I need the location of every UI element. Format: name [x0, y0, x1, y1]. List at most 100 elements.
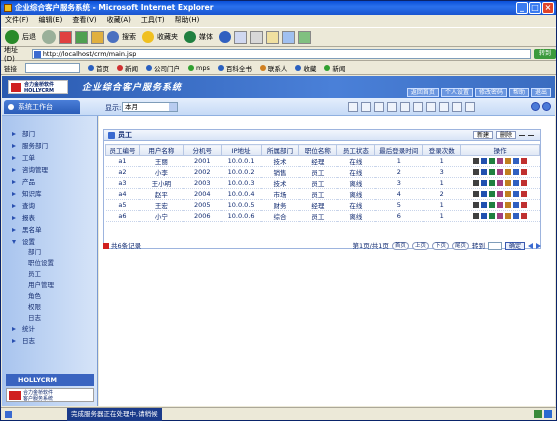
menu-tools[interactable]: 工具(T)	[141, 15, 165, 26]
delete-icon[interactable]	[521, 191, 528, 197]
mail-icon[interactable]	[361, 102, 371, 112]
chart-icon[interactable]	[426, 102, 436, 112]
edit-icon[interactable]	[266, 30, 279, 44]
links-dropdown[interactable]	[25, 63, 80, 73]
delete-icon[interactable]	[521, 158, 528, 164]
new-button[interactable]: 新建	[472, 131, 493, 139]
sidebar-subitem[interactable]: 权限	[28, 303, 41, 312]
settings-button[interactable]: 个人设置	[440, 88, 473, 97]
sidebar-item-settings[interactable]: 设置	[12, 238, 35, 247]
sidebar-item-log[interactable]: 日志	[12, 337, 35, 346]
refresh-icon[interactable]	[75, 30, 88, 44]
doc-icon[interactable]	[513, 169, 520, 175]
edit-icon[interactable]	[481, 202, 488, 208]
favorites-label[interactable]: 收藏夹	[157, 32, 178, 42]
back-icon[interactable]	[5, 30, 19, 44]
link-item[interactable]: 新闻	[117, 63, 138, 73]
view-icon[interactable]	[473, 191, 480, 197]
phone-icon[interactable]	[374, 102, 384, 112]
link-item[interactable]: 公司门户	[146, 63, 180, 73]
col-header[interactable]: IP地址	[220, 144, 262, 156]
view-icon[interactable]	[473, 202, 480, 208]
logout-button[interactable]: 退出	[530, 88, 551, 97]
menu-view[interactable]: 查看(V)	[72, 15, 96, 26]
calendar-icon[interactable]	[348, 102, 358, 112]
doc-icon[interactable]	[513, 180, 520, 186]
collapse-icon[interactable]	[519, 135, 525, 136]
key-icon[interactable]	[505, 191, 512, 197]
display-select[interactable]: 本月	[122, 102, 178, 112]
doc-icon[interactable]	[513, 202, 520, 208]
media-icon[interactable]	[184, 31, 196, 43]
sidebar-item-query[interactable]: 查询	[12, 202, 35, 211]
search-label[interactable]: 搜索	[122, 32, 136, 42]
col-header[interactable]: 用户名称	[138, 144, 184, 156]
col-header[interactable]: 登录次数	[422, 144, 462, 156]
user-icon[interactable]	[497, 191, 504, 197]
search-icon[interactable]	[107, 31, 119, 43]
menu-edit[interactable]: 编辑(E)	[39, 15, 63, 26]
mail-icon[interactable]	[234, 30, 247, 44]
sidebar-item-consult[interactable]: 咨询管理	[12, 166, 48, 175]
home-button[interactable]: 返回首页	[406, 88, 439, 97]
view-icon[interactable]	[473, 158, 480, 164]
sidebar-item-product[interactable]: 产品	[12, 178, 35, 187]
key-icon[interactable]	[505, 202, 512, 208]
history-icon[interactable]	[219, 31, 231, 43]
nav-forward-icon[interactable]	[542, 102, 551, 111]
sidebar-subitem[interactable]: 角色	[28, 292, 41, 301]
menu-file[interactable]: 文件(F)	[5, 15, 29, 26]
edit-icon[interactable]	[481, 191, 488, 197]
phone-icon[interactable]	[489, 158, 496, 164]
view-icon[interactable]	[473, 169, 480, 175]
user-icon[interactable]	[497, 202, 504, 208]
doc-icon[interactable]	[513, 191, 520, 197]
key-icon[interactable]	[505, 169, 512, 175]
table-row[interactable]: a1 王丽 2001 10.0.0.1 技术 经理 在线 1 1	[105, 155, 540, 167]
col-header[interactable]: 员工状态	[336, 144, 376, 156]
maximize-button[interactable]: □	[529, 2, 541, 14]
user-icon[interactable]	[497, 158, 504, 164]
view-icon[interactable]	[473, 213, 480, 219]
phone-icon[interactable]	[489, 191, 496, 197]
link-item[interactable]: 新闻	[324, 63, 345, 73]
phone-icon[interactable]	[489, 202, 496, 208]
delete-icon[interactable]	[521, 213, 528, 219]
col-header[interactable]: 所属部门	[260, 144, 300, 156]
col-header[interactable]: 最后登录时间	[374, 144, 424, 156]
export-icon[interactable]	[452, 102, 462, 112]
edit-icon[interactable]	[481, 213, 488, 219]
col-header[interactable]: 员工编号	[105, 144, 140, 156]
change-password-button[interactable]: 修改密码	[474, 88, 507, 97]
home-icon[interactable]	[91, 30, 104, 44]
table-row[interactable]: a6 小宁 2006 10.0.0.6 综合 员工 离线 6 1	[105, 210, 540, 222]
link-item[interactable]: 收藏	[295, 63, 316, 73]
delete-icon[interactable]	[521, 180, 528, 186]
doc-icon[interactable]	[513, 158, 520, 164]
phone-icon[interactable]	[489, 213, 496, 219]
go-button[interactable]: 转到	[534, 49, 556, 59]
forward-icon[interactable]	[42, 30, 56, 44]
link-item[interactable]: mps	[188, 64, 210, 72]
note-icon[interactable]	[400, 102, 410, 112]
next-page-button[interactable]: 下页	[431, 242, 449, 250]
arrow-right-icon[interactable]	[536, 243, 541, 249]
sidebar-subitem[interactable]: 用户管理	[28, 281, 54, 290]
print-icon[interactable]	[250, 30, 263, 44]
prev-page-button[interactable]: 上页	[411, 242, 429, 250]
page-jump-input[interactable]	[487, 242, 502, 250]
key-icon[interactable]	[505, 158, 512, 164]
minimize-icon[interactable]	[528, 135, 534, 136]
stop-icon[interactable]	[59, 30, 72, 44]
back-label[interactable]: 后退	[22, 32, 36, 42]
document-icon[interactable]	[413, 102, 423, 112]
link-item[interactable]: 首页	[88, 63, 109, 73]
minimize-button[interactable]: _	[516, 2, 528, 14]
view-icon[interactable]	[473, 180, 480, 186]
help-button[interactable]: 帮助	[508, 88, 529, 97]
phone-icon[interactable]	[489, 169, 496, 175]
sidebar-item-report[interactable]: 报表	[12, 214, 35, 223]
menu-favorites[interactable]: 收藏(A)	[107, 15, 131, 26]
sidebar-subitem[interactable]: 员工	[28, 270, 41, 279]
link-item[interactable]: 百科全书	[217, 63, 252, 73]
